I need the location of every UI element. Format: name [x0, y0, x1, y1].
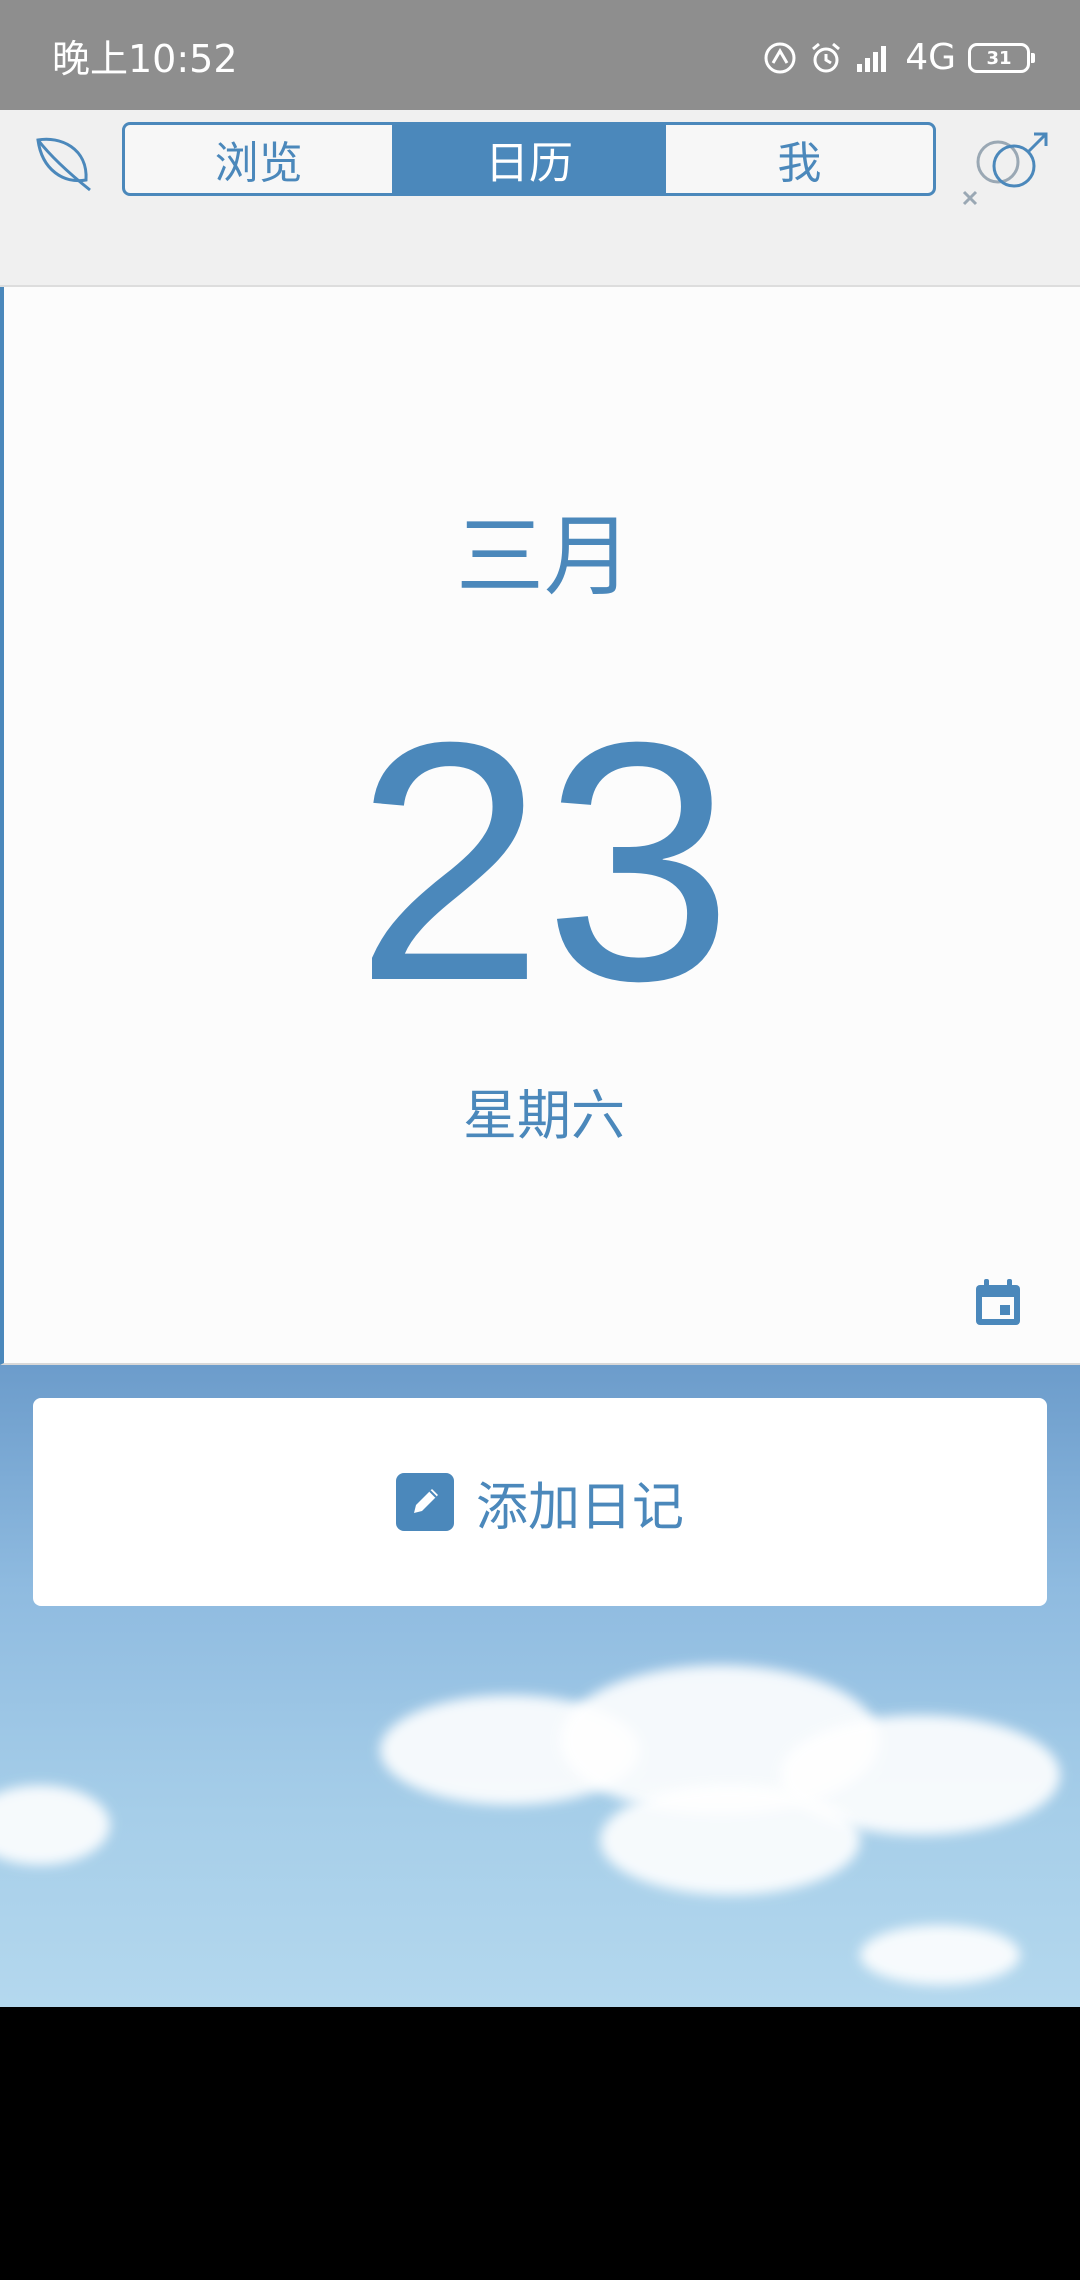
add-diary-label: 添加日记 — [475, 1477, 684, 1538]
tab-me[interactable]: 我 — [662, 125, 933, 193]
weekday-label: 星期六 — [463, 1084, 625, 1147]
battery-level: 31 — [986, 47, 1012, 69]
status-icons: 4G 31 — [751, 36, 1035, 80]
calendar-icon[interactable] — [972, 1277, 1024, 1329]
signal-icon — [857, 46, 887, 72]
pencil-icon — [395, 1473, 454, 1531]
leaf-icon[interactable] — [30, 130, 96, 196]
battery-icon: 31 — [968, 43, 1035, 73]
calendar-card: 三月 23 星期六 — [0, 287, 1080, 1365]
top-bar: 浏览 日历 我 — [0, 110, 1080, 287]
add-diary-button[interactable]: 添加日记 — [33, 1398, 1047, 1606]
status-time: 晚上10:52 — [52, 37, 238, 81]
gender-icon[interactable] — [960, 128, 1052, 208]
day-number: 23 — [354, 672, 734, 1052]
alarm-icon — [812, 42, 841, 73]
nfc-icon — [764, 42, 796, 74]
tab-bar: 浏览 日历 我 — [122, 122, 936, 196]
status-bar: 晚上10:52 4G 31 — [0, 0, 1080, 110]
month-label: 三月 — [455, 505, 632, 608]
network-label: 4G — [905, 37, 956, 78]
tab-browse[interactable]: 浏览 — [125, 125, 392, 193]
tab-calendar[interactable]: 日历 — [392, 125, 663, 193]
